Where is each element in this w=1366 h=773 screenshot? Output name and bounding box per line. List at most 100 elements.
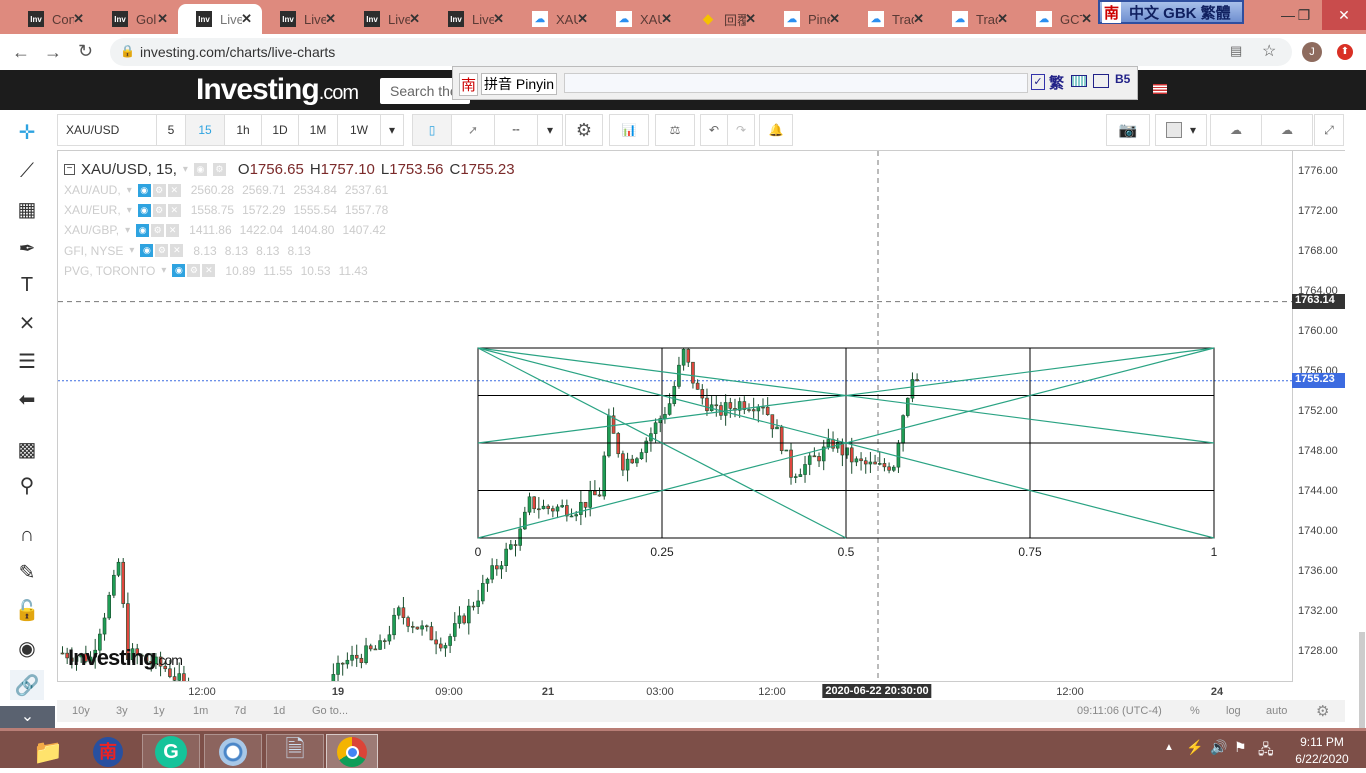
interval-5[interactable]: 5 xyxy=(156,114,186,146)
update-icon[interactable]: ⬆ xyxy=(1337,44,1353,60)
translate-icon[interactable]: ▤ xyxy=(1230,43,1242,59)
close-window-button[interactable]: ✕ xyxy=(1322,0,1366,30)
ime-composition-field[interactable] xyxy=(564,73,1028,93)
price-axis[interactable]: 1776.001772.001768.001764.001760.001756.… xyxy=(1292,150,1345,682)
main-symbol[interactable]: XAU/USD, 15, xyxy=(81,161,177,178)
browser-tab[interactable]: InvGol✕ xyxy=(94,4,178,34)
investing-logo[interactable]: Investing.com xyxy=(196,73,358,107)
compare-symbol[interactable]: GFI, NYSE xyxy=(64,244,123,258)
cloud-upload-icon[interactable]: ☁ xyxy=(1261,114,1313,146)
crosshair-tool-icon[interactable]: ✛ xyxy=(10,117,44,147)
bars-icon[interactable]: ╌ xyxy=(494,114,538,146)
interval-1h[interactable]: 1h xyxy=(224,114,262,146)
remove-series-icon[interactable]: ✕ xyxy=(170,244,183,257)
close-tab-icon[interactable]: ✕ xyxy=(1081,11,1092,27)
link-icon[interactable]: 🔗 xyxy=(10,670,44,700)
url-input[interactable]: 🔒 investing.com/charts/live-charts ▤ ☆ xyxy=(110,38,1292,66)
bookmark-star-icon[interactable]: ☆ xyxy=(1262,41,1276,61)
interval-1w[interactable]: 1W xyxy=(337,114,381,146)
ime-mode-label[interactable]: 拼音 Pinyin xyxy=(481,73,557,95)
indicators-icon[interactable]: 📊 xyxy=(609,114,649,146)
writer-icon[interactable]: 🗎 xyxy=(266,734,324,770)
browser-tab[interactable]: InvLive✕ xyxy=(430,4,514,34)
close-tab-icon[interactable]: ✕ xyxy=(493,11,504,27)
page-scrollbar[interactable] xyxy=(1345,150,1366,728)
browser-tab[interactable]: ☁Pine✕ xyxy=(766,4,850,34)
range-button-1[interactable]: 3y xyxy=(116,705,128,717)
fib-grid-tool-icon[interactable]: ▦ xyxy=(10,194,44,224)
volume-icon[interactable]: 🔊 xyxy=(1210,739,1227,756)
close-tab-icon[interactable]: ✕ xyxy=(829,11,840,27)
axis-settings-gear-icon[interactable]: ⚙ xyxy=(1316,702,1329,720)
fullscreen-icon[interactable]: ⤢ xyxy=(1314,114,1344,146)
interval-15[interactable]: 15 xyxy=(185,114,225,146)
reload-icon[interactable]: ↻ xyxy=(78,41,93,62)
series-settings-icon[interactable]: ⚙ xyxy=(151,224,164,237)
dropdown-icon[interactable]: ▾ xyxy=(129,245,134,256)
cloud-download-icon[interactable]: ☁ xyxy=(1210,114,1262,146)
symbol-input[interactable]: XAU/USD xyxy=(57,114,157,146)
range-button-6[interactable]: Go to... xyxy=(312,705,348,717)
chromium-icon[interactable] xyxy=(219,738,247,766)
visibility-icon[interactable]: ◉ xyxy=(138,184,151,197)
close-tab-icon[interactable]: ✕ xyxy=(157,11,168,27)
ime-keyboard-icon[interactable] xyxy=(1071,75,1087,87)
visibility-icon[interactable]: ◉ xyxy=(138,204,151,217)
candles-icon[interactable]: ▯ xyxy=(412,114,452,146)
brush-tool-icon[interactable]: ✒ xyxy=(10,233,44,263)
range-button-0[interactable]: 10y xyxy=(72,705,90,717)
close-tab-icon[interactable]: ✕ xyxy=(73,11,84,27)
chrome-icon[interactable] xyxy=(337,737,367,767)
prediction-tool-icon[interactable]: ☰ xyxy=(10,346,44,376)
pattern-tool-icon[interactable]: ⨯ xyxy=(10,307,44,337)
range-button-4[interactable]: 7d xyxy=(234,705,246,717)
area-chart-icon[interactable]: ➚ xyxy=(451,114,495,146)
browser-tab[interactable]: InvLive✕ xyxy=(346,4,430,34)
zoom-in-icon[interactable]: ⚲ xyxy=(10,470,44,500)
camera-icon[interactable]: 📷 xyxy=(1106,114,1150,146)
close-tab-icon[interactable]: ✕ xyxy=(325,11,336,27)
measure-tool-icon[interactable]: ▩ xyxy=(10,434,44,464)
series-settings-icon[interactable]: ⚙ xyxy=(155,244,168,257)
visibility-icon[interactable]: ◉ xyxy=(136,224,149,237)
lock-icon[interactable]: 🔓 xyxy=(10,595,44,625)
remove-series-icon[interactable]: ✕ xyxy=(166,224,179,237)
ime-b5-button[interactable]: B5 xyxy=(1115,72,1130,86)
close-tab-icon[interactable]: ✕ xyxy=(745,11,756,27)
alert-bell-icon[interactable]: 🔔 xyxy=(759,114,793,146)
remove-series-icon[interactable]: ✕ xyxy=(168,184,181,197)
profile-avatar[interactable]: J xyxy=(1302,42,1322,62)
ime-status-bar[interactable]: 南 中文 GBK 繁體 xyxy=(1098,0,1244,24)
forward-icon[interactable]: → xyxy=(44,42,62,63)
compare-symbol[interactable]: PVG, TORONTO xyxy=(64,264,155,278)
time-axis[interactable]: 12:001909:002103:0012:0012:00242020-06-2… xyxy=(57,682,1293,700)
grammarly-icon[interactable]: G xyxy=(155,736,187,768)
system-clock[interactable]: 9:11 PM6/22/2020 xyxy=(1292,735,1352,766)
file-explorer-icon[interactable]: 📁 xyxy=(20,734,76,770)
arrow-left-icon[interactable]: ⬅ xyxy=(10,384,44,414)
compare-symbol[interactable]: XAU/EUR, xyxy=(64,203,121,217)
close-tab-icon[interactable]: ✕ xyxy=(409,11,420,27)
dropdown-icon[interactable]: ▾ xyxy=(161,265,166,276)
browser-tab[interactable]: ☁Trad✕ xyxy=(850,4,934,34)
magnet-icon[interactable]: ∩ xyxy=(10,520,44,550)
browser-tab[interactable]: ☁Trad✕ xyxy=(934,4,1018,34)
percent-scale-button[interactable]: % xyxy=(1190,705,1200,717)
browser-tab[interactable]: ☁GCT✕ xyxy=(1018,4,1102,34)
compare-symbol[interactable]: XAU/GBP, xyxy=(64,223,119,237)
range-button-2[interactable]: 1y xyxy=(153,705,165,717)
dropdown-icon[interactable]: ▾ xyxy=(127,185,132,196)
ime-app-icon[interactable]: 南 xyxy=(93,737,123,767)
remove-series-icon[interactable]: ✕ xyxy=(202,264,215,277)
browser-tab[interactable]: ☁XAU✕ xyxy=(598,4,682,34)
interval-dropdown-icon[interactable]: ▾ xyxy=(380,114,404,146)
chart-type-dropdown-icon[interactable]: ▾ xyxy=(537,114,563,146)
visibility-icon[interactable]: ◉ xyxy=(140,244,153,257)
browser-tab[interactable]: ◆回覆✕ xyxy=(682,4,766,34)
show-hidden-icons[interactable]: ▲ xyxy=(1164,742,1174,753)
range-button-5[interactable]: 1d xyxy=(273,705,285,717)
action-center-flag-icon[interactable]: ⚑ xyxy=(1234,739,1247,756)
color-picker-button[interactable]: ▾ xyxy=(1155,114,1207,146)
compare-scale-icon[interactable]: ⚖ xyxy=(655,114,695,146)
close-tab-icon[interactable]: ✕ xyxy=(241,11,252,27)
